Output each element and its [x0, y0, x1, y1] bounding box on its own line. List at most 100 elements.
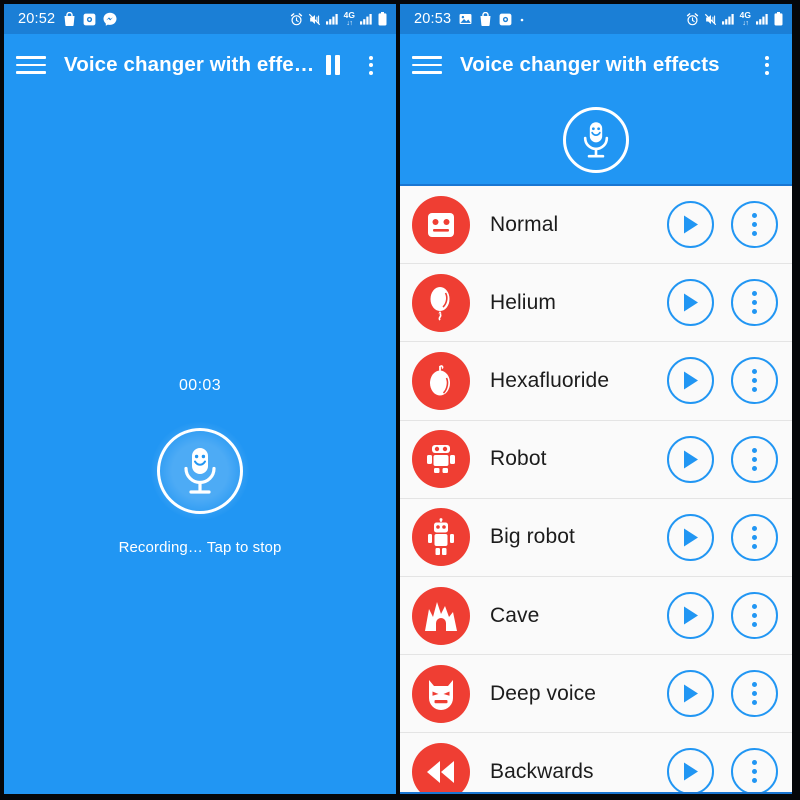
play-icon [684, 684, 698, 703]
network-arrows-icon: ↓↑ [742, 19, 749, 27]
play-button[interactable] [667, 592, 714, 640]
status-bar-notification-icons [63, 12, 117, 26]
list-item[interactable]: Normal [400, 186, 792, 265]
list-item[interactable]: Backwards [400, 733, 792, 792]
list-item-label: Deep voice [490, 681, 597, 705]
battery-icon [774, 12, 783, 26]
left-phone-panel: 20:52 4G ↓↑ Voice changer with effe… 00:… [4, 4, 396, 794]
item-menu-button[interactable] [731, 279, 778, 327]
cave-icon [412, 586, 470, 645]
network-4g-icon: 4G ↓↑ [740, 11, 751, 27]
camera-app-icon [83, 13, 96, 25]
overflow-menu-icon [752, 369, 757, 393]
overflow-menu-icon [752, 760, 757, 784]
item-menu-button[interactable] [731, 201, 778, 249]
play-button[interactable] [667, 670, 714, 718]
status-bar-system-icons: 4G ↓↑ [290, 11, 387, 27]
right-phone-panel: 20:53 4G ↓↑ Voice changer with effects N… [400, 4, 792, 794]
list-item-label: Robot [490, 447, 547, 471]
record-stop-button[interactable] [157, 428, 243, 514]
list-item-label: Hexafluoride [490, 368, 610, 392]
battery-icon [378, 12, 387, 26]
shopping-bag-icon [64, 12, 75, 26]
record-button-wrap [151, 422, 249, 520]
overflow-menu-icon [752, 291, 757, 315]
image-icon [459, 13, 472, 25]
alarm-icon [290, 12, 302, 25]
shopping-bag-icon [480, 12, 491, 26]
smiling-microphone-icon [583, 122, 609, 158]
item-menu-button[interactable] [731, 435, 778, 483]
right-app-bar: Voice changer with effects [400, 34, 792, 96]
status-bar-clock: 20:52 [18, 11, 56, 27]
hamburger-menu-icon[interactable] [412, 50, 442, 80]
status-bar-system-icons: 4G ↓↑ [686, 11, 783, 27]
pause-icon[interactable] [320, 52, 346, 78]
mic-header [400, 96, 792, 184]
rewind-icon [412, 742, 470, 792]
network-type-label: 4G [343, 10, 355, 21]
smiling-microphone-icon [184, 448, 216, 494]
list-item[interactable]: Cave [400, 576, 792, 656]
robot-body-icon [412, 430, 470, 489]
list-item[interactable]: Helium [400, 264, 792, 343]
play-button[interactable] [667, 435, 714, 483]
left-status-bar: 20:52 4G ↓↑ [4, 4, 396, 34]
signal-bars-2-icon [360, 13, 372, 25]
messenger-icon [103, 12, 117, 26]
robot-face-icon [412, 195, 470, 254]
list-item-label: Cave [490, 603, 540, 627]
signal-bars-icon [325, 13, 338, 25]
mute-vibrate-icon [308, 13, 320, 25]
play-icon [684, 762, 698, 781]
play-button[interactable] [667, 279, 714, 327]
record-button[interactable] [563, 107, 629, 173]
signal-bars-icon [721, 13, 734, 25]
item-menu-button[interactable] [731, 592, 778, 640]
balloon-icon [412, 273, 470, 332]
list-item-label: Backwards [490, 759, 594, 783]
alarm-icon [686, 12, 698, 25]
bomb-balloon-icon [412, 351, 470, 410]
list-item[interactable]: Big robot [400, 498, 792, 577]
signal-bars-2-icon [756, 13, 768, 25]
big-robot-icon [412, 508, 470, 567]
overflow-menu-icon[interactable] [360, 52, 382, 78]
play-button[interactable] [667, 748, 714, 792]
list-item[interactable]: Robot [400, 420, 792, 499]
screenshot-frame: 20:52 4G ↓↑ Voice changer with effe… 00:… [0, 0, 800, 800]
play-button[interactable] [667, 513, 714, 561]
recording-timer: 00:03 [178, 377, 222, 394]
page-title: Voice changer with effects [460, 53, 720, 76]
effects-list[interactable]: Normal Helium Hexafluoride Robot Big rob… [400, 184, 792, 794]
mute-vibrate-icon [704, 13, 716, 25]
list-item-label: Helium [490, 290, 556, 314]
network-arrows-icon: ↓↑ [346, 19, 353, 27]
play-button[interactable] [667, 357, 714, 405]
play-icon [684, 606, 698, 625]
overflow-menu-icon [752, 447, 757, 471]
dot-icon [520, 18, 524, 22]
overflow-menu-icon [752, 213, 757, 237]
play-icon [684, 528, 698, 547]
item-menu-button[interactable] [731, 357, 778, 405]
overflow-menu-icon [752, 525, 757, 549]
list-item-label: Big robot [490, 525, 575, 549]
play-button[interactable] [667, 201, 714, 249]
overflow-menu-icon[interactable] [756, 52, 778, 78]
list-item-label: Normal [490, 212, 559, 236]
hamburger-menu-icon[interactable] [16, 50, 46, 80]
item-menu-button[interactable] [731, 670, 778, 718]
overflow-menu-icon [752, 682, 757, 706]
left-app-bar: Voice changer with effe… [4, 34, 396, 96]
camera-app-icon [499, 13, 512, 25]
item-menu-button[interactable] [731, 513, 778, 561]
play-icon [684, 215, 698, 234]
list-item[interactable]: Deep voice [400, 655, 792, 734]
devil-mask-icon [412, 664, 470, 723]
item-menu-button[interactable] [731, 748, 778, 792]
list-item[interactable]: Hexafluoride [400, 342, 792, 421]
status-bar-notification-icons [459, 12, 525, 26]
right-status-bar: 20:53 4G ↓↑ [400, 4, 792, 34]
recording-caption: Recording… Tap to stop [118, 539, 282, 556]
